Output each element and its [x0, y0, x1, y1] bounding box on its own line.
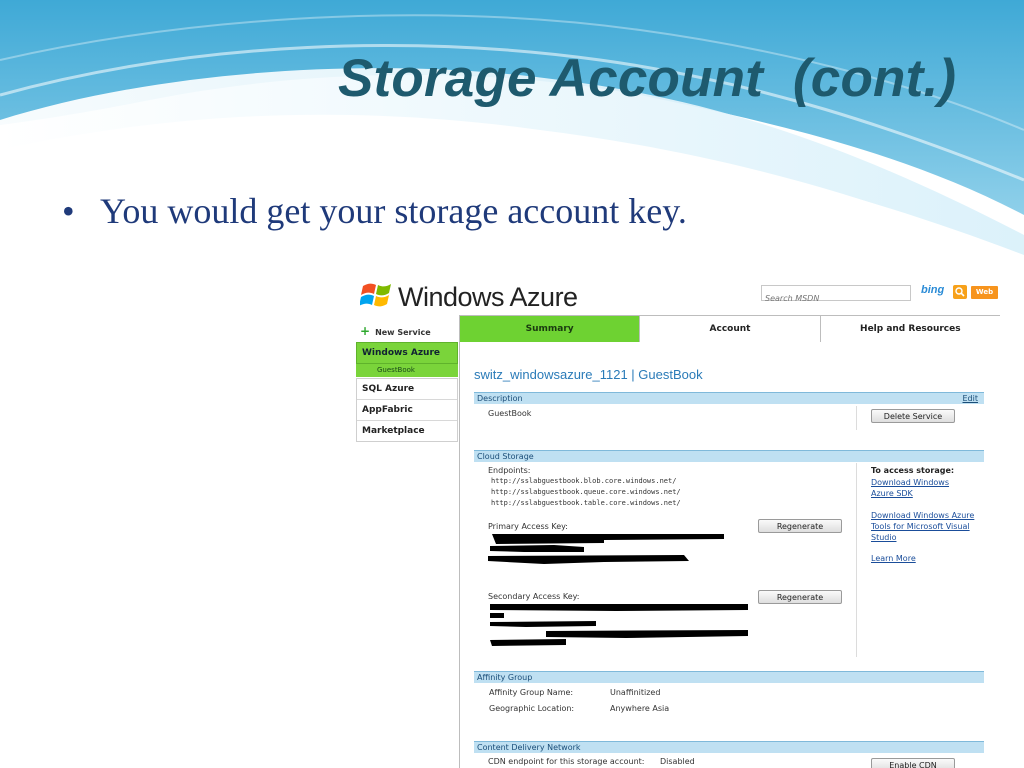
endpoint-table: http://sslabguestbook.table.core.windows… — [491, 499, 681, 507]
description-header: Description — [477, 394, 523, 403]
search-button[interactable] — [953, 285, 967, 299]
endpoints-label: Endpoints: — [488, 466, 531, 475]
endpoint-blob: http://sslabguestbook.blob.core.windows.… — [491, 477, 677, 485]
bing-logo: bing — [921, 284, 945, 296]
section-header-cdn: Content Delivery Network — [474, 741, 984, 753]
service-title: switz_windowsazure_1121 | GuestBook — [474, 367, 703, 382]
affinity-header: Affinity Group — [477, 673, 533, 682]
cdn-label: CDN endpoint for this storage account: — [488, 757, 645, 766]
download-tools-link[interactable]: Download Windows Azure Tools for Microso… — [871, 510, 977, 543]
slide-title: Storage Account (cont.) — [338, 49, 957, 108]
windows-flag-icon — [360, 283, 391, 307]
bullet-dot: • — [62, 191, 75, 231]
cloud-storage-header: Cloud Storage — [477, 452, 534, 461]
description-value: GuestBook — [488, 409, 532, 418]
tab-summary[interactable]: Summary — [460, 316, 640, 343]
search-box[interactable] — [761, 285, 911, 305]
tab-account[interactable]: Account — [639, 316, 819, 343]
divider — [856, 406, 857, 430]
cdn-header: Content Delivery Network — [477, 743, 581, 752]
plus-icon: + — [360, 324, 371, 338]
sidebar-item-sql-azure[interactable]: SQL Azure — [357, 379, 457, 400]
geo-location-label: Geographic Location: — [489, 704, 575, 713]
tab-bar: Summary Account Help and Resources — [459, 315, 1000, 344]
tab-help-and-resources[interactable]: Help and Resources — [819, 316, 1000, 343]
bullet-text: You would get your storage account key. — [100, 191, 687, 231]
redacted-secondary-key — [490, 604, 748, 646]
regenerate-secondary-button[interactable]: Regenerate — [758, 590, 842, 604]
divider — [856, 463, 857, 657]
cdn-value: Disabled — [660, 757, 695, 766]
new-service-button[interactable]: + New Service — [360, 324, 431, 338]
enable-cdn-button[interactable]: Enable CDN — [871, 758, 955, 768]
web-button[interactable]: Web — [971, 286, 998, 299]
content-panel: switz_windowsazure_1121 | GuestBook Desc… — [459, 342, 1000, 768]
delete-service-button[interactable]: Delete Service — [871, 409, 955, 423]
sidebar: Windows Azure GuestBook SQL Azure AppFab… — [356, 342, 458, 442]
sidebar-item-windows-azure[interactable]: Windows Azure — [356, 342, 458, 364]
azure-portal-screenshot: Windows Azure bing Web + New Service Summ… — [350, 270, 1000, 768]
redacted-primary-key — [488, 534, 724, 564]
access-storage-title: To access storage: — [871, 466, 955, 475]
slide: Storage Account (cont.) • You would get … — [0, 0, 1024, 768]
sidebar-item-marketplace[interactable]: Marketplace — [357, 421, 457, 441]
section-header-cloud-storage: Cloud Storage — [474, 450, 984, 462]
section-header-affinity-group: Affinity Group — [474, 671, 984, 683]
affinity-name-label: Affinity Group Name: — [489, 688, 574, 697]
search-input[interactable] — [762, 292, 905, 305]
sidebar-item-guestbook[interactable]: GuestBook — [356, 364, 458, 378]
edit-link[interactable]: Edit — [963, 393, 979, 405]
sidebar-item-appfabric[interactable]: AppFabric — [357, 400, 457, 421]
logo-text: Windows Azure — [398, 282, 578, 312]
download-sdk-link[interactable]: Download Windows Azure SDK — [871, 477, 967, 499]
learn-more-link[interactable]: Learn More — [871, 553, 916, 564]
section-header-description: Description Edit — [474, 392, 984, 404]
endpoint-queue: http://sslabguestbook.queue.core.windows… — [491, 488, 681, 496]
affinity-name-value: Unaffinitized — [610, 688, 661, 697]
geo-location-value: Anywhere Asia — [610, 704, 670, 713]
new-service-label: New Service — [375, 328, 431, 337]
sidebar-list: SQL Azure AppFabric Marketplace — [356, 378, 458, 442]
search-icon — [955, 287, 965, 297]
